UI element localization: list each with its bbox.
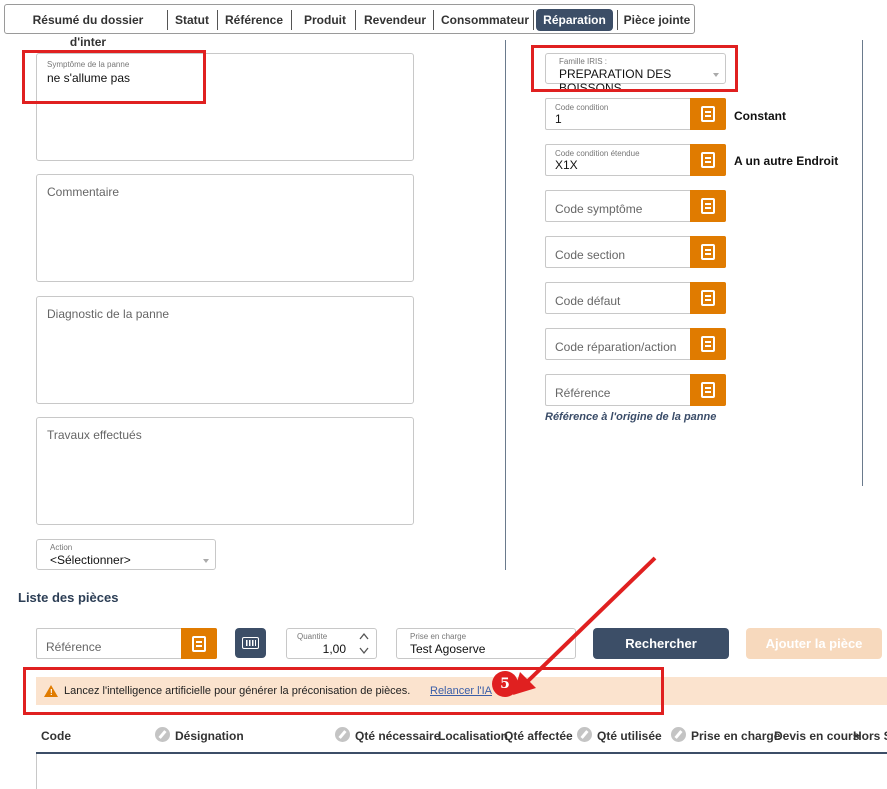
annotation-number-badge: 5 xyxy=(492,671,518,697)
pencil-icon xyxy=(335,727,350,742)
col-qte-affectee[interactable]: Qté affectée xyxy=(504,729,573,743)
col-localisation[interactable]: Localisation xyxy=(438,729,508,743)
col-qte-necessaire[interactable]: Qté nécessaire xyxy=(355,729,440,743)
pencil-icon xyxy=(155,727,170,742)
col-qte-utilisee[interactable]: Qté utilisée xyxy=(597,729,662,743)
col-devis-en-cours[interactable]: Devis en cours xyxy=(774,729,859,743)
col-code[interactable]: Code xyxy=(41,729,71,743)
table-body-border xyxy=(36,754,37,789)
col-prise-en-charge[interactable]: Prise en charge xyxy=(691,729,780,743)
pencil-icon xyxy=(671,727,686,742)
col-designation[interactable]: Désignation xyxy=(175,729,244,743)
arrow-annotation xyxy=(513,556,657,695)
col-hors-stock[interactable]: Hors St xyxy=(853,729,887,743)
pencil-icon xyxy=(577,727,592,742)
table-header-divider xyxy=(36,752,887,754)
